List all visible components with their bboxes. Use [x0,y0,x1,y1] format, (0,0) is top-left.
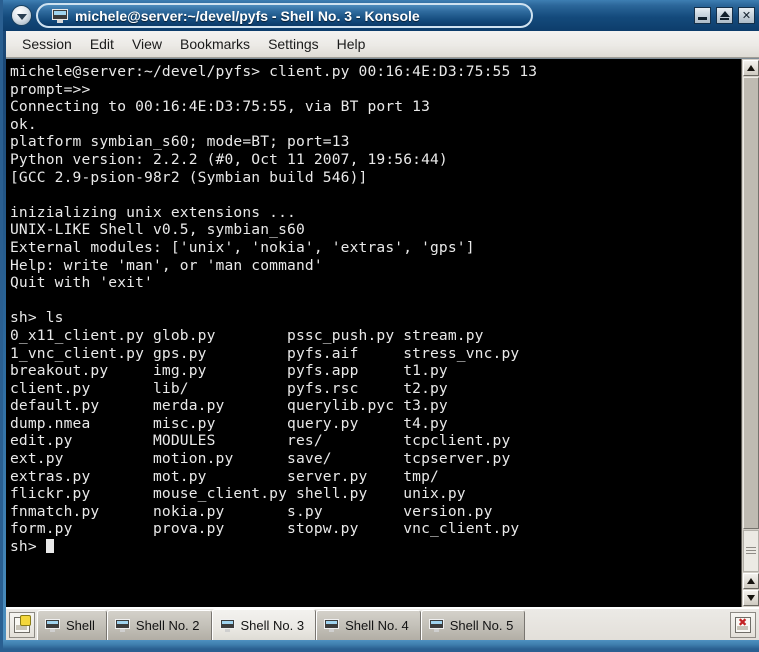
terminal-line: edit.py MODULES res/ tcpclient.py [10,432,511,450]
terminal-line: ext.py motion.py save/ tcpserver.py [10,450,511,468]
terminal-monitor-icon [324,619,340,632]
menu-bar: Session Edit View Bookmarks Settings Hel… [6,31,759,58]
terminal-line: Quit with 'exit' [10,274,153,292]
window-controls: ✕ [694,7,755,24]
terminal-line: fnmatch.py nokia.py s.py version.py [10,502,493,520]
window-menu-button[interactable] [11,5,32,26]
title-bar[interactable]: michele@server:~/devel/pyfs - Shell No. … [3,0,759,31]
scroll-up-button[interactable] [743,60,759,76]
terminal-line: breakout.py img.py pyfs.app t1.py [10,362,448,380]
terminal-monitor-icon [114,619,130,632]
new-session-icon [14,615,31,633]
terminal-line: inizializing unix extensions ... [10,203,296,221]
window-title: michele@server:~/devel/pyfs - Shell No. … [75,7,420,24]
terminal-line: ok. [10,115,37,133]
window-title-capsule: michele@server:~/devel/pyfs - Shell No. … [36,3,533,28]
session-tabs-filler [525,609,728,641]
terminal-prompt-line[interactable]: sh> [10,538,741,556]
session-tab-label: Shell No. 4 [345,618,409,633]
scrollbar-thumb[interactable] [743,77,759,529]
session-tab-label: Shell [66,618,95,633]
new-session-button[interactable] [9,612,35,638]
scroll-down-button[interactable] [743,590,759,606]
session-tab-label: Shell No. 2 [135,618,200,633]
close-button[interactable]: ✕ [738,7,755,24]
scrollbar-grip [746,547,756,555]
session-tab[interactable]: Shell No. 5 [420,610,526,640]
minimize-button[interactable] [694,7,711,24]
terminal-area: michele@server:~/devel/pyfs> client.py 0… [6,58,759,607]
close-session-icon [735,616,751,633]
session-tab[interactable]: Shell No. 4 [316,610,421,640]
terminal-line: sh> ls [10,309,64,327]
session-tab-label: Shell No. 5 [449,618,514,633]
menu-item-settings[interactable]: Settings [259,33,328,55]
terminal-line: Python version: 2.2.2 (#0, Oct 11 2007, … [10,150,448,168]
terminal-line: michele@server:~/devel/pyfs> client.py 0… [10,63,538,80]
session-tab[interactable]: Shell No. 3 [211,609,317,641]
menu-item-session[interactable]: Session [13,33,81,55]
terminal-scrollbar[interactable] [741,59,759,607]
scrollbar-trough[interactable] [743,530,759,572]
terminal-output[interactable]: michele@server:~/devel/pyfs> client.py 0… [6,59,741,607]
terminal-line: External modules: ['unix', 'nokia', 'ext… [10,238,475,256]
terminal-monitor-icon [52,8,68,23]
konsole-window: michele@server:~/devel/pyfs - Shell No. … [0,0,759,652]
terminal-cursor [45,539,55,554]
scroll-up-button-bottom[interactable] [743,573,759,589]
terminal-monitor-icon [219,619,235,632]
terminal-line: flickr.py mouse_client.py shell.py unix.… [10,485,466,503]
terminal-line: Connecting to 00:16:4E:D3:75:55, via BT … [10,98,431,116]
session-tab-label: Shell No. 3 [240,618,305,633]
terminal-line: UNIX-LIKE Shell v0.5, symbian_s60 [10,221,305,239]
menu-item-bookmarks[interactable]: Bookmarks [171,33,259,55]
terminal-line: [GCC 2.9-psion-98r2 (Symbian build 546)] [10,168,368,186]
terminal-line: Help: write 'man', or 'man command' [10,256,323,274]
terminal-line: dump.nmea misc.py query.py t4.py [10,414,448,432]
session-tab-bar: Shell Shell No. 2 Shell No. 3 Shell No. 4 Sh… [6,607,759,643]
terminal-line: form.py prova.py stopw.py vnc_client.py [10,520,520,538]
terminal-line: platform symbian_s60; mode=BT; port=13 [10,133,350,151]
konsole-window-root: michele@server:~/devel/pyfs - Shell No. … [0,0,759,652]
terminal-line: client.py lib/ pyfs.rsc t2.py [10,379,448,397]
session-tab[interactable]: Shell No. 2 [106,610,212,640]
session-tab[interactable]: Shell [37,610,107,640]
terminal-line: 1_vnc_client.py gps.py pyfs.aif stress_v… [10,344,520,362]
terminal-monitor-icon [45,619,60,632]
shade-button[interactable] [716,7,733,24]
close-session-button[interactable] [730,612,756,638]
terminal-line: extras.py mot.py server.py tmp/ [10,467,439,485]
terminal-monitor-icon [428,619,444,632]
terminal-prompt: sh> [10,538,46,556]
window-bottom-edge [3,640,759,649]
menu-item-help[interactable]: Help [328,33,375,55]
menu-item-view[interactable]: View [123,33,171,55]
menu-item-edit[interactable]: Edit [81,33,123,55]
terminal-line: default.py merda.py querylib.pyc t3.py [10,397,448,415]
terminal-line: 0_x11_client.py glob.py pssc_push.py str… [10,326,484,344]
terminal-line: prompt=>> [10,80,91,98]
